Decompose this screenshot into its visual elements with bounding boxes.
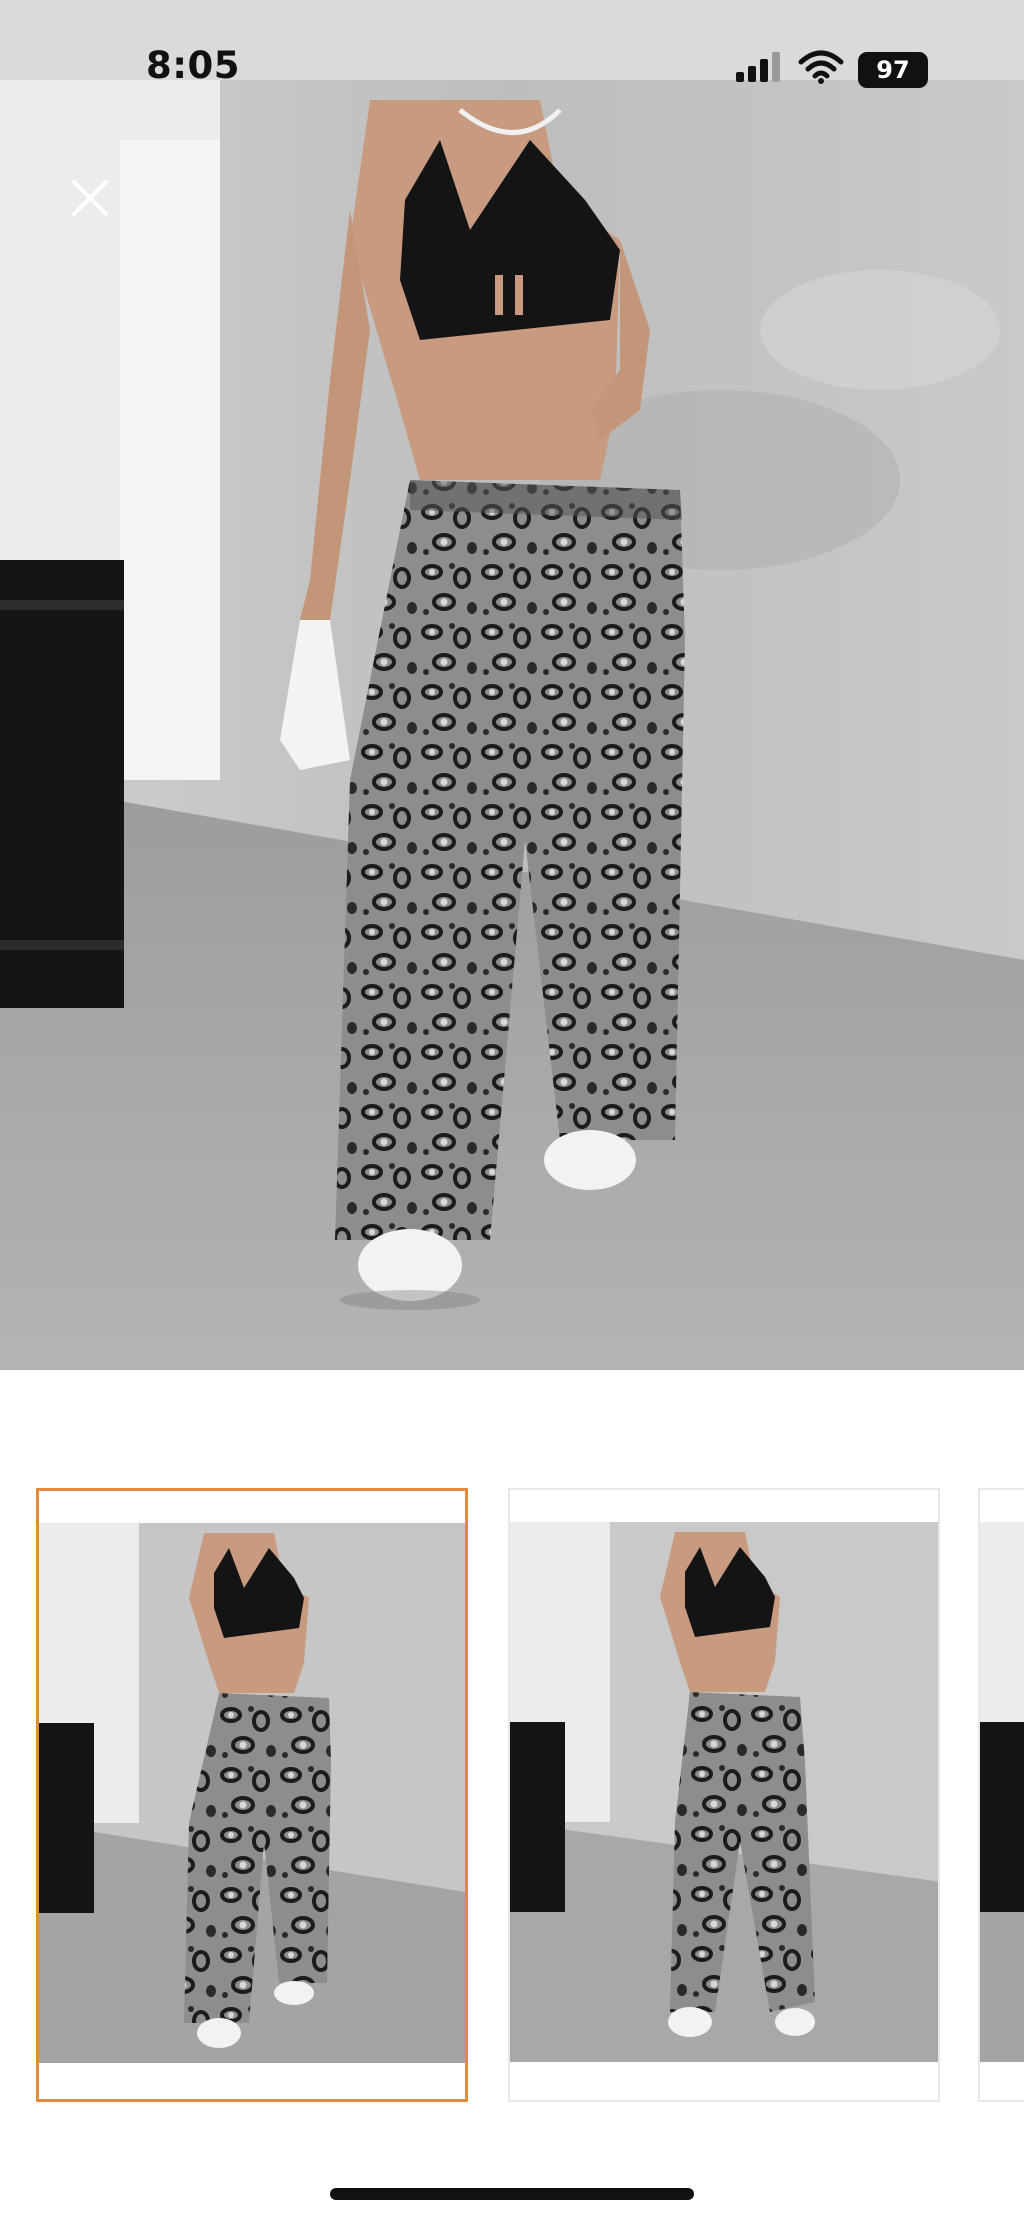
main-product-photo[interactable]: [0, 80, 1024, 1370]
battery-icon: 97: [858, 51, 928, 88]
home-indicator[interactable]: [330, 2188, 694, 2200]
thumbnail-strip[interactable]: [0, 1480, 1024, 2120]
close-icon: [70, 178, 110, 223]
thumbnail-3[interactable]: [978, 1488, 1024, 2102]
close-button[interactable]: [60, 170, 120, 230]
wifi-icon: [798, 50, 844, 89]
thumbnail-1[interactable]: [36, 1488, 468, 2102]
battery-level: 97: [876, 55, 910, 84]
status-bar: 8:05 97: [0, 0, 1024, 88]
status-icons: 97: [736, 50, 928, 89]
thumbnail-2[interactable]: [508, 1488, 940, 2102]
status-time: 8:05: [146, 44, 241, 87]
signal-icon: [736, 52, 784, 87]
